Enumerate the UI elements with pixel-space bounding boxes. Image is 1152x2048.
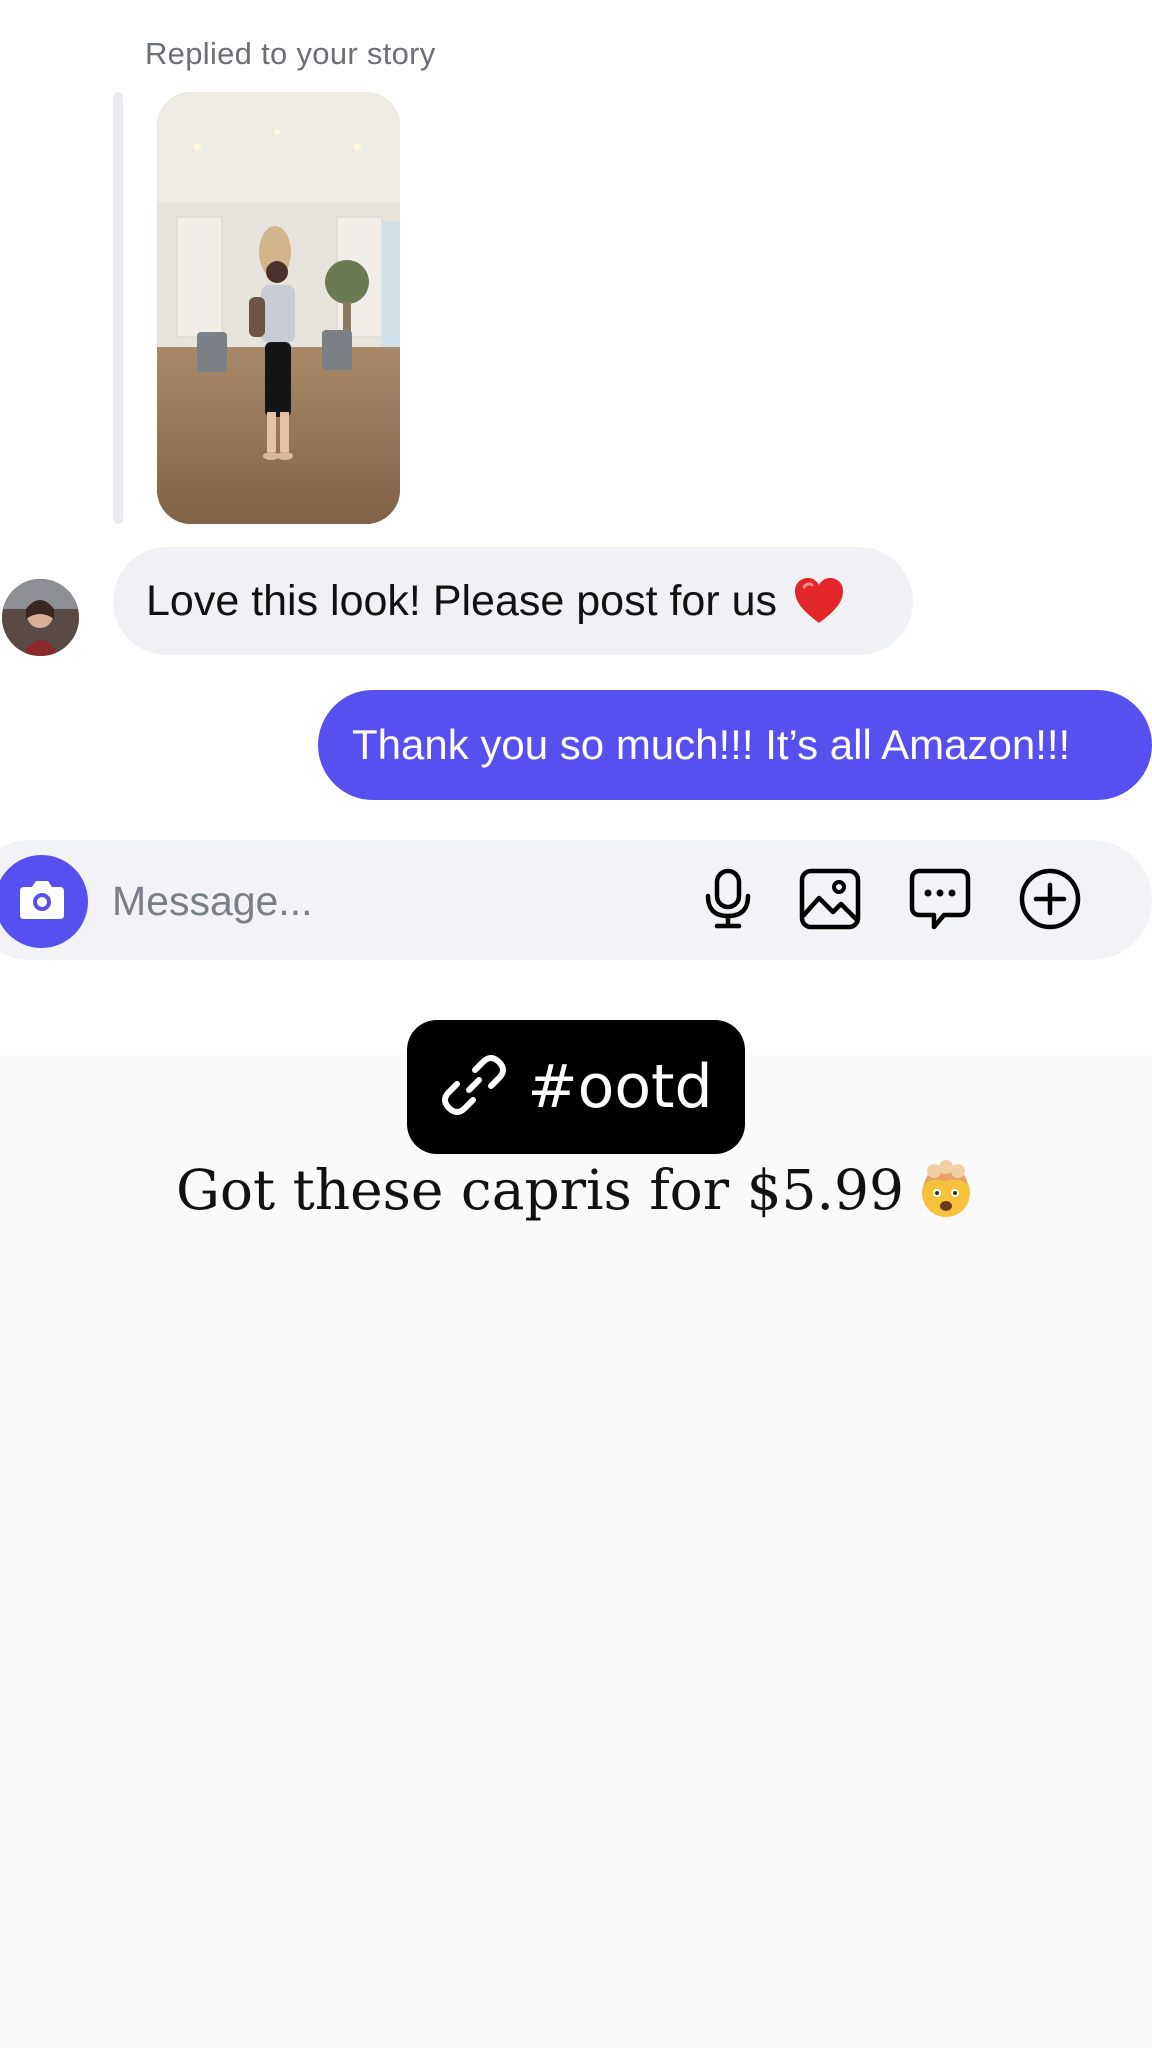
sticker-chat-icon bbox=[908, 867, 972, 936]
hashtag-text: #ootd bbox=[527, 1052, 713, 1122]
red-heart-icon bbox=[793, 577, 845, 625]
microphone-button[interactable] bbox=[694, 867, 762, 935]
incoming-message-bubble[interactable]: Love this look! Please post for us bbox=[113, 547, 913, 655]
image-icon bbox=[799, 868, 861, 935]
avatar[interactable] bbox=[2, 579, 79, 656]
story-thumbnail[interactable] bbox=[157, 92, 400, 524]
plus-circle-icon bbox=[1018, 867, 1082, 936]
sticker-button[interactable] bbox=[906, 867, 974, 935]
message-input[interactable] bbox=[112, 868, 672, 934]
link-icon bbox=[439, 1050, 509, 1125]
reply-indicator-bar bbox=[113, 92, 123, 524]
outgoing-message-bubble[interactable]: Thank you so much!!! It’s all Amazon!!! bbox=[318, 690, 1152, 800]
outgoing-message-text: Thank you so much!!! It’s all Amazon!!! bbox=[352, 721, 1071, 768]
story-reply-label: Replied to your story bbox=[145, 36, 436, 71]
story-caption: Got these capris for $5.99 bbox=[0, 1158, 1152, 1225]
caption-text: Got these capris for $5.99 bbox=[175, 1158, 905, 1222]
camera-icon bbox=[18, 877, 66, 926]
more-button[interactable] bbox=[1016, 867, 1084, 935]
gallery-button[interactable] bbox=[796, 867, 864, 935]
microphone-icon bbox=[703, 868, 753, 935]
exploding-head-icon bbox=[916, 1159, 976, 1219]
incoming-message-text: Love this look! Please post for us bbox=[146, 576, 778, 625]
hashtag-sticker[interactable]: #ootd bbox=[407, 1020, 745, 1154]
